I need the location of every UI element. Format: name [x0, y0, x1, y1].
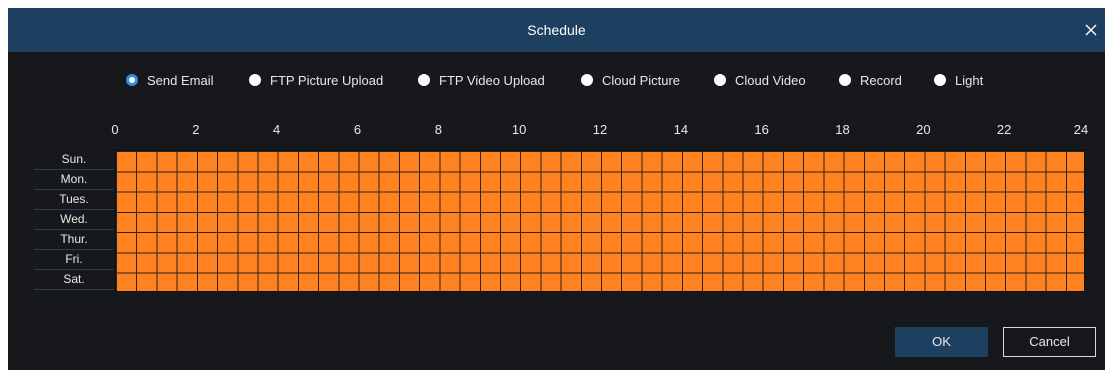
radio-dot-icon	[934, 74, 946, 86]
hour-label: 18	[835, 122, 850, 137]
dialog-title: Schedule	[527, 22, 586, 38]
radio-label: Cloud Picture	[602, 72, 681, 88]
day-label: Fri.	[34, 250, 114, 270]
radio-label: FTP Video Upload	[439, 72, 545, 88]
radio-cloud-picture[interactable]: Cloud Picture	[581, 70, 680, 90]
radio-label: Cloud Video	[735, 72, 806, 88]
radio-cloud-video[interactable]: Cloud Video	[714, 70, 806, 90]
schedule-dialog: Schedule Send Email FTP Picture Upload F…	[8, 8, 1105, 370]
hour-label: 2	[192, 122, 200, 137]
day-label: Sun.	[34, 150, 114, 170]
schedule-grid[interactable]	[115, 150, 1085, 292]
day-label: Thur.	[34, 230, 114, 250]
radio-label: Record	[860, 72, 902, 88]
radio-label: Send Email	[147, 72, 214, 88]
hour-label: 4	[273, 122, 281, 137]
hour-label: 14	[673, 122, 689, 137]
hour-label: 8	[434, 122, 442, 137]
radio-ftp-video-upload[interactable]: FTP Video Upload	[418, 70, 545, 90]
radio-dot-icon	[581, 74, 593, 86]
hour-label: 22	[996, 122, 1012, 137]
cancel-button[interactable]: Cancel	[1003, 327, 1096, 357]
radio-dot-icon	[714, 74, 726, 86]
close-icon[interactable]	[1081, 20, 1101, 40]
radio-dot-icon	[839, 74, 851, 86]
hour-label: 10	[511, 122, 527, 137]
radio-ftp-picture-upload[interactable]: FTP Picture Upload	[249, 70, 383, 90]
radio-dot-icon	[126, 74, 138, 86]
hour-label: 0	[111, 122, 119, 137]
radio-record[interactable]: Record	[839, 70, 902, 90]
radio-light[interactable]: Light	[934, 70, 983, 90]
hour-label: 16	[754, 122, 769, 137]
day-label: Tues.	[34, 190, 114, 210]
day-label: Wed.	[34, 210, 114, 230]
day-label: Mon.	[34, 170, 114, 190]
day-label: Sat.	[34, 270, 114, 290]
radio-send-email[interactable]: Send Email	[126, 70, 213, 90]
radio-label: Light	[955, 72, 984, 88]
hour-label: 12	[592, 122, 608, 137]
radio-dot-icon	[418, 74, 430, 86]
radio-label: FTP Picture Upload	[270, 72, 384, 88]
hour-label: 6	[353, 122, 362, 137]
title-bar: Schedule	[8, 8, 1105, 52]
ok-button[interactable]: OK	[895, 327, 988, 357]
radio-dot-icon	[249, 74, 261, 86]
hour-label: 24	[1073, 122, 1089, 137]
hour-label: 20	[916, 122, 931, 137]
